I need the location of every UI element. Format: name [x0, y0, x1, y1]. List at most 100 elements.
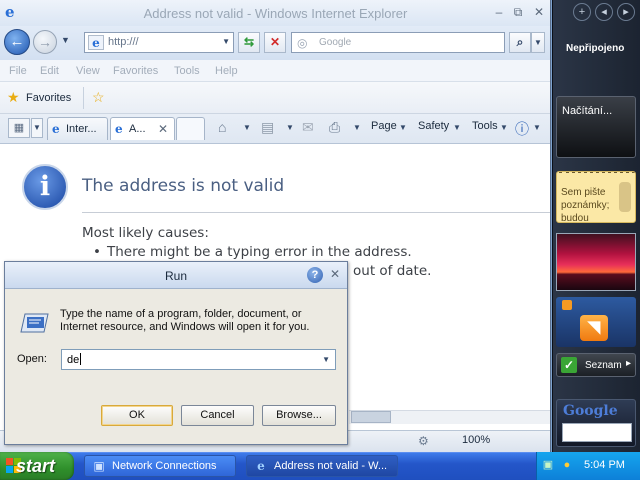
slideshow-gadget[interactable] [556, 233, 636, 291]
feeds-icon[interactable]: ▤ [261, 119, 274, 136]
ie-title-bar[interactable]: e Address not valid - Windows Internet E… [0, 0, 550, 26]
back-button[interactable]: ← [4, 29, 30, 55]
ie-icon: e [257, 459, 265, 473]
close-icon[interactable]: ✕ [328, 267, 342, 282]
feed-gadget[interactable]: ◥ [556, 297, 636, 347]
search-provider-icon: ◎ [297, 36, 308, 50]
close-icon[interactable]: ✕ [531, 5, 547, 19]
minimize-icon[interactable]: – [491, 5, 507, 19]
search-options-icon[interactable]: ▼ [531, 32, 545, 53]
checkmark-icon: ✓ [561, 357, 577, 373]
favorites-button[interactable]: Favorites [26, 92, 71, 104]
gadget-forward-icon[interactable]: ▸ [617, 3, 635, 21]
refresh-button[interactable]: ⇆ [238, 32, 260, 53]
search-button[interactable]: ⌕ [509, 32, 531, 53]
menu-bar: File Edit View Favorites Tools Help [0, 60, 550, 82]
address-text: http:/// [108, 36, 139, 48]
forward-button[interactable]: → [33, 30, 57, 54]
tab-label: A... [129, 123, 146, 135]
search-box[interactable]: ◎ Google [291, 32, 505, 53]
quick-tabs-icon[interactable]: ▦ [8, 118, 30, 138]
page-icon: e [88, 35, 104, 50]
app-tray-icon[interactable]: ● [560, 458, 574, 472]
run-input-value: de [67, 353, 82, 366]
restore-icon[interactable]: ⧉ [510, 5, 526, 19]
network-tray-icon[interactable]: ▣ [541, 458, 555, 472]
tab-address-not-valid[interactable]: e A... ✕ [110, 117, 175, 140]
cancel-button[interactable]: Cancel [181, 405, 254, 426]
safety-dropdown-icon[interactable]: ▼ [453, 123, 461, 132]
tools-menu[interactable]: Tools [472, 120, 498, 132]
seznam-arrow-icon[interactable]: ▸ [626, 358, 631, 369]
history-dropdown-icon[interactable]: ▼ [322, 355, 330, 364]
cause-item: out of date. [339, 263, 432, 279]
windows-sidebar: + ◂ ▸ [552, 0, 640, 452]
cause-item: There might be a typing error in the add… [93, 244, 412, 260]
safety-menu[interactable]: Safety [418, 120, 449, 132]
menu-view[interactable]: View [76, 65, 100, 77]
menu-favorites[interactable]: Favorites [113, 65, 158, 77]
address-dropdown-icon[interactable]: ▼ [222, 37, 230, 46]
menu-file[interactable]: File [9, 65, 27, 77]
help-dropdown-icon[interactable]: ▼ [533, 123, 541, 132]
network-icon: ▣ [93, 459, 105, 473]
browse-button[interactable]: Browse... [262, 405, 336, 426]
taskbar-ie-window[interactable]: e Address not valid - W... [246, 455, 398, 477]
google-logo: Google [563, 403, 618, 419]
page-menu[interactable]: Page [371, 120, 397, 132]
run-title-bar[interactable]: Run ? ✕ [5, 262, 347, 289]
tab-label: Inter... [66, 123, 97, 135]
new-tab-button[interactable] [176, 117, 205, 140]
add-favorite-icon[interactable]: ☆ [92, 89, 105, 106]
menu-tools[interactable]: Tools [174, 65, 200, 77]
help-icon[interactable]: ⓘ [515, 119, 529, 139]
ie-page-icon: e [52, 122, 60, 136]
print-dropdown-icon[interactable]: ▼ [353, 123, 361, 132]
task-label: Network Connections [112, 460, 217, 472]
add-gadget-icon[interactable]: + [573, 3, 591, 21]
window-title: Address not valid - Windows Internet Exp… [143, 6, 408, 21]
menu-help[interactable]: Help [215, 65, 238, 77]
info-icon: i [22, 164, 68, 210]
taskbar-network-connections[interactable]: ▣ Network Connections [84, 455, 236, 477]
notes-gadget[interactable]: Sem pište poznámky; budou [556, 171, 636, 223]
print-icon[interactable]: ⎙ [329, 119, 340, 136]
address-bar[interactable]: e http:/// ▼ [84, 32, 234, 53]
home-dropdown-icon[interactable]: ▼ [243, 123, 251, 132]
notes-spiral [559, 172, 635, 176]
stop-button[interactable]: ✕ [264, 32, 286, 53]
tab-close-icon[interactable]: ✕ [158, 122, 168, 136]
loading-gadget[interactable]: Načítání... [556, 96, 636, 158]
recent-pages-dropdown-icon[interactable]: ▼ [61, 35, 71, 47]
zoom-level[interactable]: 100% [462, 434, 490, 446]
tab-list-dropdown-icon[interactable]: ▼ [31, 118, 43, 138]
ok-button[interactable]: OK [101, 405, 173, 426]
task-label: Address not valid - W... [274, 460, 388, 472]
page-dropdown-icon[interactable]: ▼ [399, 123, 407, 132]
dialog-title: Run [164, 269, 187, 283]
favorites-star-icon[interactable]: ★ [7, 89, 20, 106]
seznam-gadget[interactable]: ✓ Seznam ▸ [556, 353, 636, 377]
clock: 5:04 PM [584, 459, 625, 471]
notes-scroll[interactable] [619, 182, 631, 212]
run-command-input[interactable]: de ▼ [61, 349, 336, 370]
home-icon[interactable]: ⌂ [218, 119, 226, 135]
tab-internet[interactable]: e Inter... [47, 117, 108, 140]
menu-edit[interactable]: Edit [40, 65, 59, 77]
search-placeholder: Google [319, 37, 352, 48]
feed-small-icon [562, 300, 572, 310]
scrollbar-thumb[interactable] [351, 411, 391, 423]
mail-icon[interactable]: ✉ [302, 119, 314, 136]
google-search-input[interactable] [562, 423, 632, 442]
protected-mode-icon[interactable]: ⚙ [418, 434, 429, 448]
seznam-label: Seznam [585, 360, 622, 371]
divider [82, 212, 550, 213]
loading-text: Načítání... [562, 105, 613, 117]
start-button[interactable]: start [0, 452, 74, 480]
tools-dropdown-icon[interactable]: ▼ [500, 123, 508, 132]
feeds-dropdown-icon[interactable]: ▼ [286, 123, 294, 132]
run-description: Type the name of a program, folder, docu… [60, 308, 310, 333]
help-icon[interactable]: ? [307, 267, 323, 283]
gadget-back-icon[interactable]: ◂ [595, 3, 613, 21]
ie-page-icon: e [115, 122, 123, 136]
